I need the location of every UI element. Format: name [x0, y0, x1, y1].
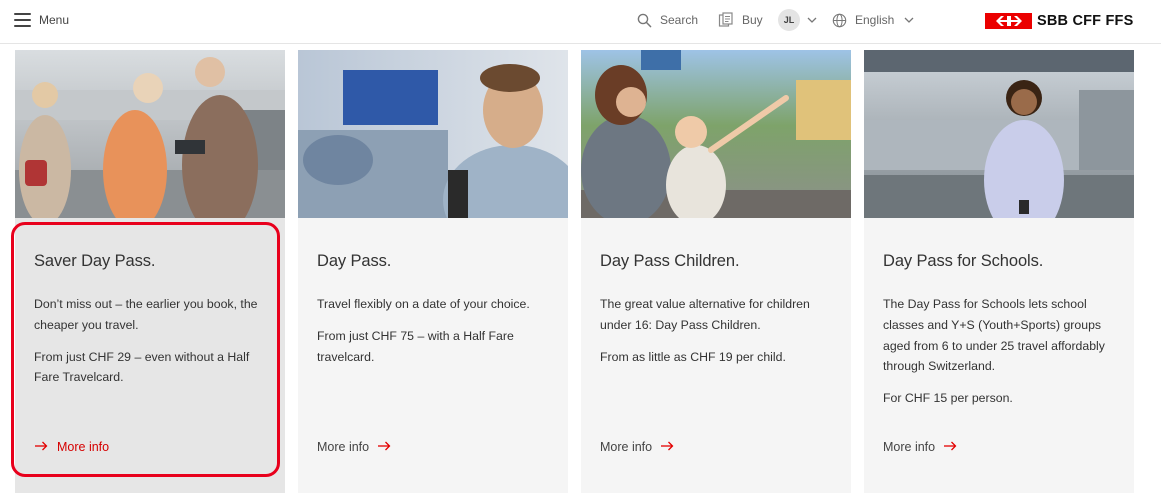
card-text: The Day Pass for Schools lets school cla…	[883, 297, 1105, 374]
more-info-link[interactable]: More info	[883, 440, 957, 454]
chevron-down-icon	[904, 17, 914, 23]
card-day-pass-children[interactable]: Day Pass Children. The great value alter…	[581, 50, 851, 493]
chevron-down-icon	[807, 17, 817, 23]
more-info-label: More info	[317, 440, 370, 454]
logo-text: SBB CFF FFS	[1037, 12, 1134, 29]
card-body: Travel flexibly on a date of your choice…	[317, 294, 552, 378]
card-title: Day Pass for Schools.	[883, 252, 1044, 270]
more-info-link[interactable]: More info	[600, 440, 674, 454]
arrow-right-icon	[34, 440, 48, 454]
card-title: Saver Day Pass.	[34, 252, 156, 270]
arrow-right-icon	[660, 440, 674, 454]
card-photo-traveler	[298, 50, 568, 218]
hamburger-icon	[14, 13, 31, 27]
menu-button[interactable]: Menu	[14, 10, 69, 30]
card-title: Day Pass Children.	[600, 252, 740, 270]
more-info-label: More info	[600, 440, 653, 454]
avatar: JL	[778, 9, 800, 31]
card-text: From as little as CHF 19 per child.	[600, 349, 786, 364]
card-body: Don’t miss out – the earlier you book, t…	[34, 294, 269, 399]
card-body: The Day Pass for Schools lets school cla…	[883, 294, 1118, 420]
card-text: Don’t miss out – the earlier you book, t…	[34, 297, 258, 332]
more-info-label: More info	[883, 440, 936, 454]
card-photo-student	[864, 50, 1134, 218]
card-photo-mother-child	[581, 50, 851, 218]
search-icon	[637, 13, 652, 28]
more-info-link[interactable]: More info	[317, 440, 391, 454]
card-text: From just CHF 75 – with a Half Fare trav…	[317, 328, 514, 364]
buy-button[interactable]: Buy	[718, 10, 763, 30]
globe-icon	[832, 13, 847, 28]
more-info-link[interactable]: More info	[34, 440, 109, 454]
menu-label: Menu	[39, 13, 70, 27]
search-label: Search	[660, 13, 699, 27]
more-info-label: More info	[57, 440, 110, 454]
card-text: From just CHF 29 – even without a Half F…	[34, 349, 250, 385]
sbb-logo[interactable]: SBB CFF FFS	[985, 12, 1133, 29]
sbb-logo-icon	[985, 12, 1032, 29]
arrow-right-icon	[943, 440, 957, 454]
card-day-pass[interactable]: Day Pass. Travel flexibly on a date of y…	[298, 50, 568, 493]
ticket-icon	[718, 12, 734, 28]
card-text: Travel flexibly on a date of your choice…	[317, 297, 530, 311]
buy-label: Buy	[742, 13, 763, 27]
language-selector[interactable]: English	[832, 10, 914, 30]
card-photo-seniors	[15, 50, 285, 218]
user-account-button[interactable]: JL	[778, 9, 817, 31]
card-title: Day Pass.	[317, 252, 392, 270]
card-text: For CHF 15 per person.	[883, 391, 1013, 406]
card-body: The great value alternative for children…	[600, 294, 835, 378]
language-label: English	[855, 13, 895, 27]
site-header: Menu Search Buy JL English SBB CFF FFS	[0, 0, 1161, 44]
arrow-right-icon	[377, 440, 391, 454]
card-text: The great value alternative for children…	[600, 297, 810, 332]
card-day-pass-schools[interactable]: Day Pass for Schools. The Day Pass for S…	[864, 50, 1134, 493]
card-saver-day-pass[interactable]: Saver Day Pass. Don’t miss out – the ear…	[15, 50, 285, 493]
search-button[interactable]: Search	[637, 10, 698, 30]
